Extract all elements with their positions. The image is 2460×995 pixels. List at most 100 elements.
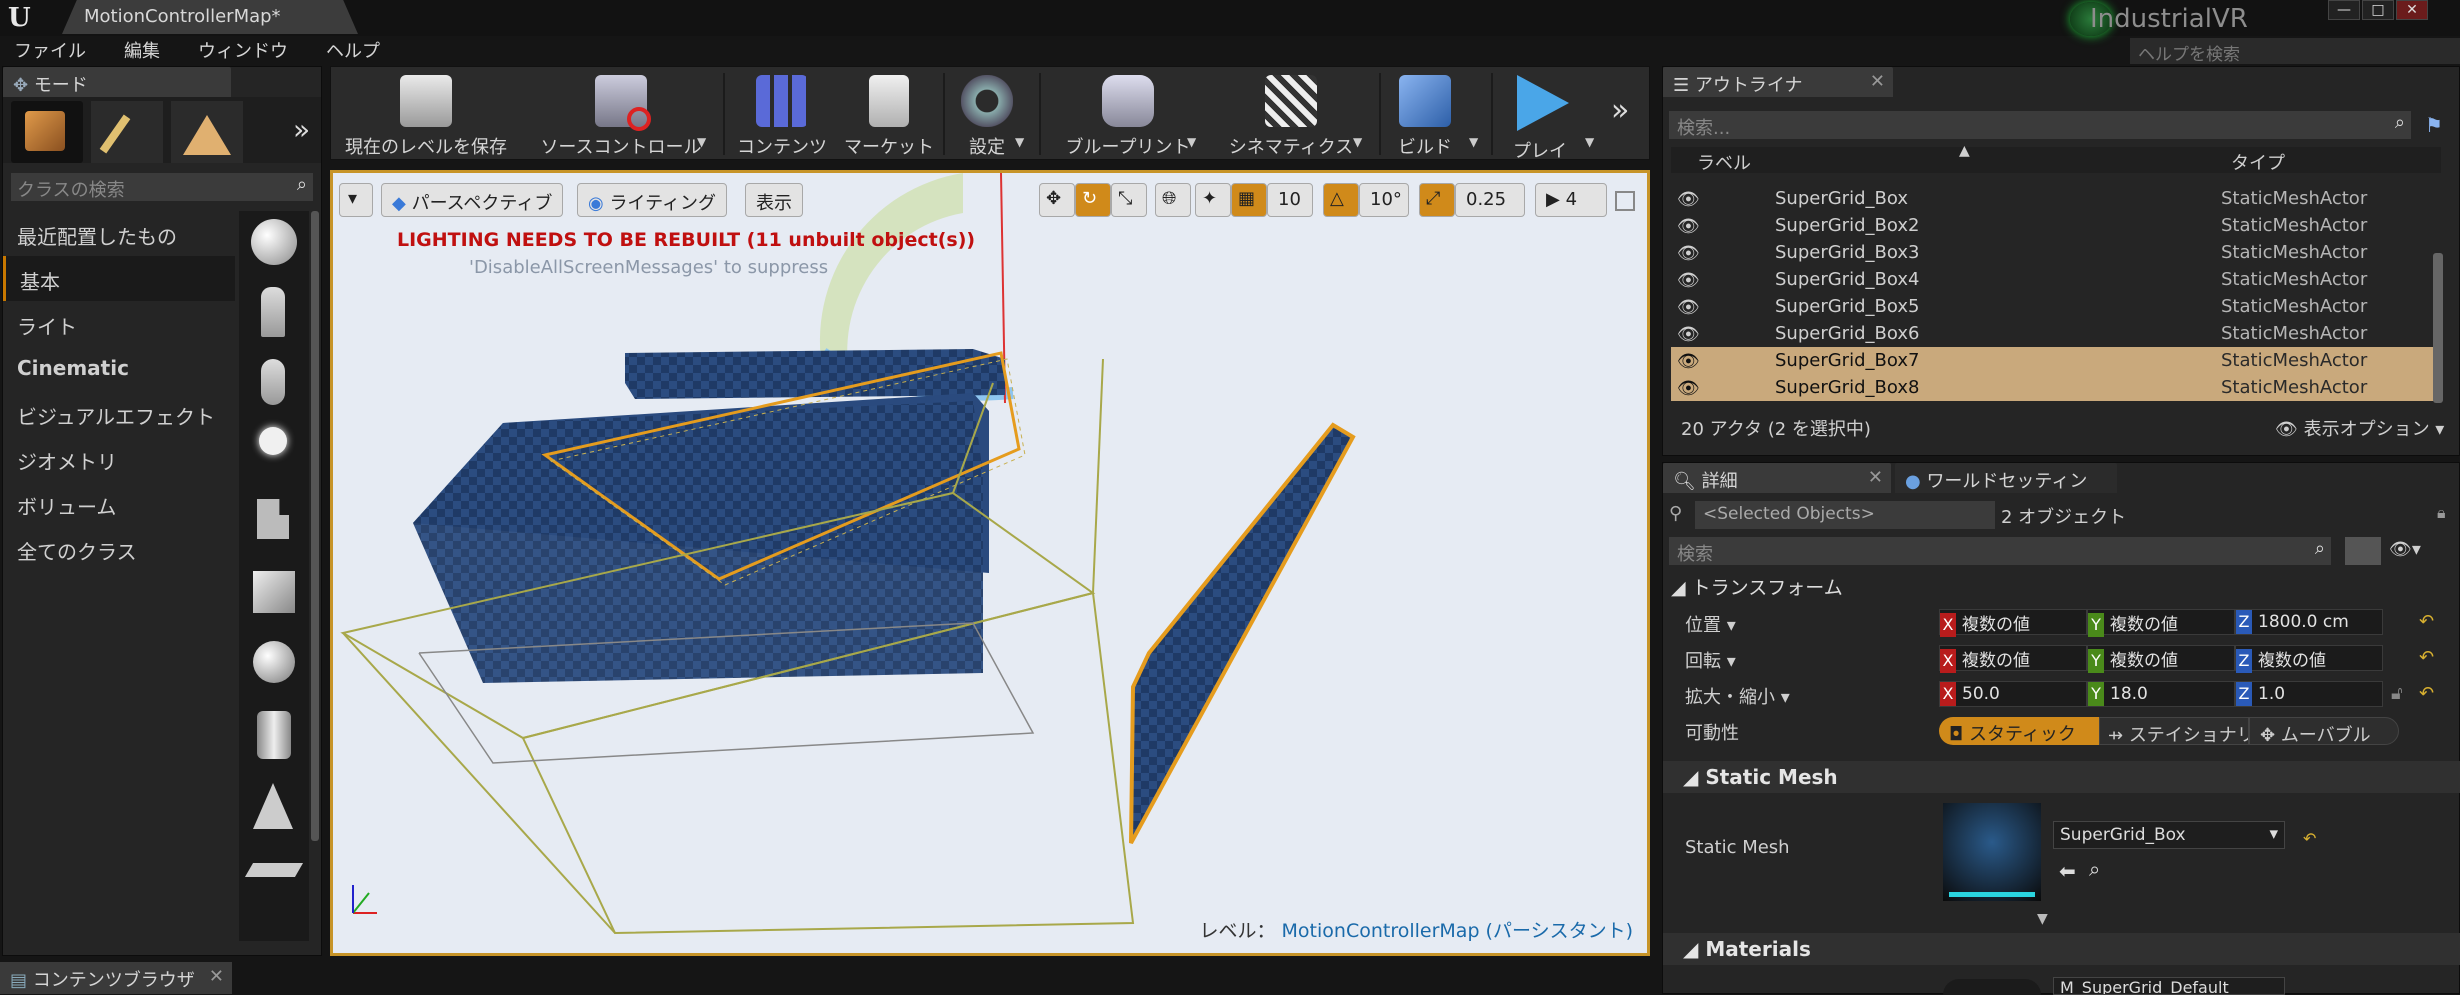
point-light-icon[interactable] bbox=[259, 427, 287, 455]
close-tab-icon[interactable]: ✕ bbox=[1870, 71, 1885, 92]
property-matrix-icon[interactable] bbox=[2345, 537, 2381, 565]
more-modes-icon[interactable]: » bbox=[293, 113, 310, 146]
eye-icon[interactable]: 👁︎ bbox=[1677, 351, 1700, 372]
view-options-button[interactable]: 👁︎ 表示オプション ▾ bbox=[2275, 415, 2444, 441]
rotation-z-field[interactable]: Z 複数の値 bbox=[2235, 645, 2383, 673]
more-toolbar-icon[interactable]: » bbox=[1611, 93, 1629, 128]
category-cinematic[interactable]: Cinematic bbox=[3, 346, 235, 391]
minimize-button[interactable]: — bbox=[2328, 0, 2360, 20]
outliner-search-input[interactable]: 検索... ⌕ bbox=[1669, 111, 2411, 139]
outliner-row[interactable]: 👁︎ SuperGrid_Box3 StaticMeshActor bbox=[1671, 239, 2441, 266]
player-start-icon[interactable] bbox=[257, 499, 289, 539]
menu-help[interactable]: ヘルプ bbox=[326, 37, 380, 63]
reset-mesh-icon[interactable]: ↶ bbox=[2303, 829, 2316, 848]
level-viewport[interactable]: ▾ ◆ パースペクティブ ◉ ライティング 表示 ✥ ↻ ⤡ 🌐︎ ✦ ▦ 10… bbox=[330, 170, 1650, 956]
landscape-mode-icon[interactable] bbox=[171, 101, 243, 163]
category-basic[interactable]: 基本 bbox=[3, 256, 235, 301]
help-search-input[interactable]: ヘルプを検索 bbox=[2130, 38, 2460, 65]
materials-header[interactable]: ◢ Materials bbox=[1663, 933, 2460, 965]
perspective-button[interactable]: ◆ パースペクティブ bbox=[381, 183, 564, 217]
save-level-button[interactable]: 現在のレベルを保存 bbox=[331, 67, 521, 161]
lock-icon[interactable]: 🔒︎ bbox=[2437, 503, 2446, 523]
surface-snap-icon[interactable]: ✦ bbox=[1195, 183, 1231, 217]
scale-snap-icon[interactable]: ⤢ bbox=[1419, 183, 1455, 217]
mobility-stationary-button[interactable]: ⇸ ステイショナリ bbox=[2099, 717, 2249, 745]
close-tab-icon[interactable]: ✕ bbox=[209, 966, 224, 987]
details-tab[interactable]: 🔍︎ 詳細 ✕ bbox=[1663, 463, 1891, 493]
scale-z-field[interactable]: Z 1.0 bbox=[2235, 681, 2383, 707]
eye-icon[interactable]: 👁︎ bbox=[1677, 297, 1700, 318]
static-mesh-thumbnail[interactable] bbox=[1943, 803, 2041, 901]
rotation-snap-icon[interactable]: △ bbox=[1323, 183, 1359, 217]
cylinder-icon[interactable] bbox=[257, 711, 291, 759]
mobility-static-button[interactable]: ◘ スタティック bbox=[1939, 717, 2099, 745]
play-button[interactable]: プレイ bbox=[1495, 67, 1585, 162]
place-mode-icon[interactable] bbox=[11, 101, 83, 163]
content-button[interactable]: コンテンツ bbox=[727, 67, 837, 161]
map-tab[interactable]: MotionControllerMap* bbox=[62, 0, 358, 34]
chevron-down-icon[interactable]: ▼ bbox=[1187, 135, 1196, 149]
view-options-icon[interactable]: 👁︎▾ bbox=[2389, 539, 2421, 560]
source-control-button[interactable]: ソースコントロール bbox=[521, 67, 721, 161]
cube-icon[interactable] bbox=[253, 571, 295, 613]
class-list-scrollbar[interactable] bbox=[311, 211, 319, 841]
expand-chevron-icon[interactable]: ▼ bbox=[2037, 911, 2048, 927]
cinematics-button[interactable]: シネマティクス bbox=[1213, 67, 1369, 161]
reset-scale-icon[interactable]: ↶ bbox=[2419, 683, 2434, 704]
marketplace-button[interactable]: マーケット bbox=[837, 67, 941, 161]
eye-icon[interactable]: 👁︎ bbox=[1677, 324, 1700, 345]
static-mesh-combo[interactable]: SuperGrid_Box ▾ bbox=[2053, 821, 2285, 849]
lighting-button[interactable]: ◉ ライティング bbox=[577, 183, 727, 217]
outliner-row[interactable]: 👁︎ SuperGrid_Box4 StaticMeshActor bbox=[1671, 266, 2441, 293]
grid-snap-icon[interactable]: ▦ bbox=[1231, 183, 1267, 217]
outliner-row-selected[interactable]: 👁︎ SuperGrid_Box8 StaticMeshActor bbox=[1671, 374, 2441, 401]
eye-icon[interactable]: 👁︎ bbox=[1677, 378, 1700, 399]
sphere-icon[interactable] bbox=[253, 641, 295, 683]
outliner-row[interactable]: 👁︎ SuperGrid_Box5 StaticMeshActor bbox=[1671, 293, 2441, 320]
paint-mode-icon[interactable] bbox=[91, 101, 163, 163]
scale-y-field[interactable]: Y 18.0 bbox=[2087, 681, 2235, 707]
camera-speed-button[interactable]: ▶︎ 4 bbox=[1535, 183, 1607, 217]
outliner-row-selected[interactable]: 👁︎ SuperGrid_Box7 StaticMeshActor bbox=[1671, 347, 2441, 374]
location-x-field[interactable]: X 複数の値 bbox=[1939, 609, 2087, 637]
maximize-viewport-icon[interactable] bbox=[1615, 191, 1635, 211]
category-geometry[interactable]: ジオメトリ bbox=[3, 436, 235, 481]
show-button[interactable]: 表示 bbox=[745, 183, 803, 217]
reset-rotation-icon[interactable]: ↶ bbox=[2419, 647, 2434, 668]
eye-icon[interactable]: 👁︎ bbox=[1677, 243, 1700, 264]
category-lights[interactable]: ライト bbox=[3, 301, 235, 346]
location-y-field[interactable]: Y 複数の値 bbox=[2087, 609, 2235, 637]
grid-snap-value[interactable]: 10 bbox=[1267, 183, 1313, 217]
scale-label[interactable]: 拡大・縮小 ▾ bbox=[1685, 683, 1790, 709]
outliner-row[interactable]: 👁︎ SuperGrid_Box6 StaticMeshActor bbox=[1671, 320, 2441, 347]
category-recent[interactable]: 最近配置したもの bbox=[3, 211, 235, 256]
modes-tab[interactable]: ✥ モード bbox=[3, 67, 231, 97]
add-filter-icon[interactable]: ⚑ bbox=[2425, 113, 2443, 137]
category-volumes[interactable]: ボリューム bbox=[3, 481, 235, 526]
plane-icon[interactable] bbox=[244, 863, 304, 877]
column-type[interactable]: タイプ bbox=[2231, 149, 2285, 175]
reset-location-icon[interactable]: ↶ bbox=[2419, 611, 2434, 632]
close-tab-icon[interactable]: ✕ bbox=[1868, 467, 1883, 488]
chevron-down-icon[interactable]: ▼ bbox=[1353, 135, 1362, 149]
eye-icon[interactable]: 👁︎ bbox=[1677, 270, 1700, 291]
rotation-x-field[interactable]: X 複数の値 bbox=[1939, 645, 2087, 673]
transform-header[interactable]: ◢ トランスフォーム bbox=[1663, 573, 1843, 600]
rotation-y-field[interactable]: Y 複数の値 bbox=[2087, 645, 2235, 673]
static-mesh-header[interactable]: ◢ Static Mesh bbox=[1663, 761, 2460, 793]
viewport-options-button[interactable]: ▾ bbox=[339, 183, 373, 217]
eye-icon[interactable]: 👁︎ bbox=[1677, 216, 1700, 237]
outliner-scrollbar[interactable] bbox=[2433, 253, 2443, 403]
scale-x-field[interactable]: X 50.0 bbox=[1939, 681, 2087, 707]
location-z-field[interactable]: Z 1800.0 cm bbox=[2235, 609, 2383, 635]
build-button[interactable]: ビルド bbox=[1383, 67, 1467, 161]
world-space-icon[interactable]: 🌐︎ bbox=[1155, 183, 1191, 217]
location-label[interactable]: 位置 ▾ bbox=[1685, 611, 1736, 637]
world-settings-tab[interactable]: ● ワールドセッティン bbox=[1895, 463, 2117, 493]
category-visual-effects[interactable]: ビジュアルエフェクト bbox=[3, 391, 235, 436]
browse-icon[interactable]: ⌕ bbox=[2089, 857, 2100, 881]
rotation-label[interactable]: 回転 ▾ bbox=[1685, 647, 1736, 673]
content-browser-tab[interactable]: ▤ コンテンツブラウザ ✕ bbox=[0, 962, 232, 994]
column-label[interactable]: ラベル bbox=[1697, 149, 1751, 175]
use-selected-icon[interactable]: ⬅︎ bbox=[2059, 859, 2076, 883]
